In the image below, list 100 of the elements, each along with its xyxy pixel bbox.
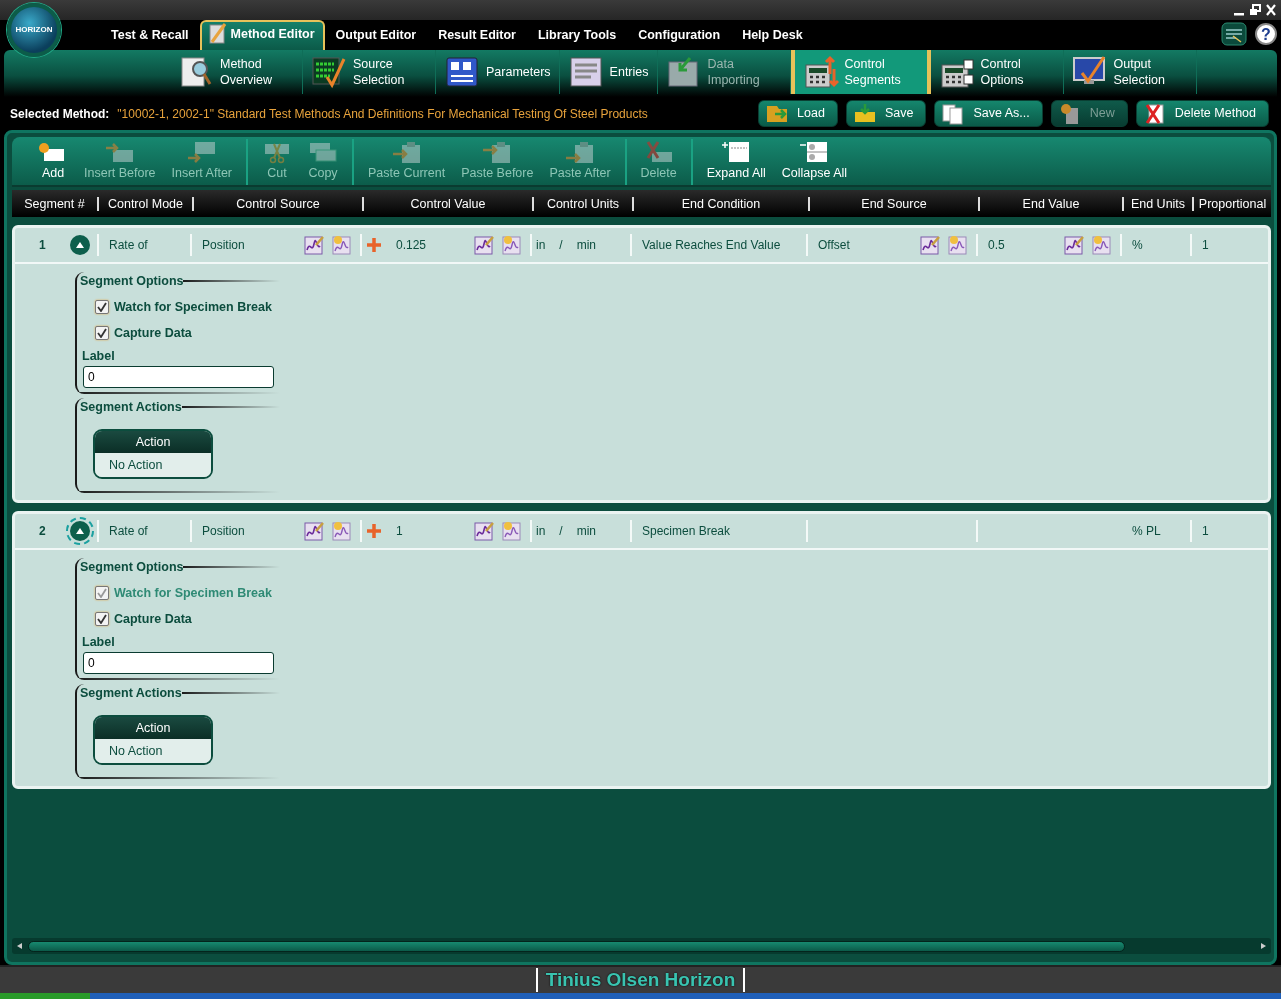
clipboard-icon xyxy=(565,140,595,165)
checkbox[interactable] xyxy=(95,300,109,315)
control-source: Position xyxy=(202,523,245,540)
collapse-arrow-icon xyxy=(74,241,85,249)
clipboard-icon xyxy=(391,140,422,165)
unit-text: min xyxy=(576,237,597,254)
main-tab[interactable]: Configuration xyxy=(627,20,732,50)
nav-tab[interactable]: Output Selection xyxy=(1063,50,1197,94)
checkbox[interactable] xyxy=(95,325,109,340)
end-value: 0.5 xyxy=(988,237,1005,254)
unit-text: min xyxy=(576,523,597,540)
formula-sun-icon[interactable] xyxy=(502,521,522,541)
method-button[interactable]: Delete Method xyxy=(1135,100,1269,127)
card-arrow-icon xyxy=(104,140,135,165)
formula-sun-icon[interactable] xyxy=(502,235,522,255)
table-header: Action xyxy=(95,716,211,739)
scroll-left-icon[interactable] xyxy=(16,942,24,950)
formula-pencil-icon[interactable] xyxy=(474,521,494,541)
nav-tab[interactable]: Parameters xyxy=(436,50,560,94)
logo-text: HORIZON xyxy=(15,24,53,36)
formula-pencil-icon[interactable] xyxy=(474,235,494,255)
pages-icon xyxy=(941,101,966,126)
toolbar-button[interactable]: Expand All xyxy=(698,140,774,185)
table-row[interactable]: No Action xyxy=(95,738,211,763)
formula-pencil-icon[interactable] xyxy=(920,235,940,255)
field-label: Label xyxy=(82,348,116,366)
nav-tab[interactable]: Method Overview xyxy=(170,50,303,94)
control-value: 1 xyxy=(396,523,403,540)
scroll-thumb[interactable] xyxy=(28,940,1125,952)
main-tab[interactable]: Test & Recall xyxy=(100,20,200,50)
restore-icon[interactable] xyxy=(1249,4,1261,16)
expand-button[interactable] xyxy=(69,521,90,541)
column-header: End Units xyxy=(1124,196,1194,211)
column-header: End Source xyxy=(810,196,980,211)
formula-sun-icon[interactable] xyxy=(332,521,352,541)
field-label: Label xyxy=(82,634,116,652)
column-header: Control Source xyxy=(194,196,364,211)
group-title: Segment Actions xyxy=(80,685,182,702)
pencil-ruler-icon xyxy=(207,22,228,44)
end-units: % xyxy=(1132,237,1143,254)
segment-number: 2 xyxy=(39,523,46,540)
formula-sun-icon[interactable] xyxy=(332,235,352,255)
nav-tab[interactable]: Control Segments xyxy=(790,50,931,94)
end-units: % PL xyxy=(1132,523,1161,540)
nav-tab[interactable]: Source Selection xyxy=(303,50,436,94)
column-header: Proportional xyxy=(1197,196,1268,211)
scroll-right-icon[interactable] xyxy=(1259,942,1267,950)
formula-pencil-icon[interactable] xyxy=(304,235,324,255)
method-name: "10002-1, 2002-1" Standard Test Methods And Definitions For Mechanical Testing Of Steel Products xyxy=(117,105,648,123)
method-button[interactable]: Save xyxy=(845,100,927,127)
card-arrow-icon xyxy=(186,140,217,165)
expand-list-icon xyxy=(721,140,752,165)
check-icon xyxy=(97,327,107,338)
close-icon[interactable] xyxy=(1265,4,1277,16)
unit-text: / xyxy=(559,523,563,540)
help-button[interactable]: ? xyxy=(1255,23,1277,45)
end-condition: Specimen Break xyxy=(642,523,731,540)
method-button[interactable]: Load xyxy=(758,100,838,127)
end-condition: Value Reaches End Value xyxy=(642,237,781,254)
check-icon xyxy=(97,302,107,313)
formula-pencil-icon[interactable] xyxy=(1064,235,1084,255)
main-tab[interactable]: Result Editor xyxy=(427,20,527,50)
checkbox-label: Watch for Specimen Break xyxy=(114,298,272,316)
unit-text: in xyxy=(536,237,546,254)
main-tab[interactable]: Library Tools xyxy=(526,20,628,50)
method-label: Selected Method: xyxy=(10,105,110,123)
check-icon xyxy=(97,588,107,599)
column-header: End Value xyxy=(980,196,1124,211)
main-tab[interactable]: Help Desk xyxy=(731,20,814,50)
table-row[interactable]: No Action xyxy=(95,452,211,477)
formula-sun-icon[interactable] xyxy=(948,235,968,255)
nav-tab[interactable]: Control Options xyxy=(930,50,1064,94)
nav-tab[interactable]: Entries xyxy=(559,50,658,94)
end-source: Offset xyxy=(818,237,850,254)
expand-button[interactable] xyxy=(69,235,90,255)
main-tab[interactable]: Method Editor xyxy=(199,20,325,50)
control-value: 0.125 xyxy=(396,237,427,254)
checklist-icon xyxy=(444,55,480,89)
toolbar-button[interactable]: Collapse All xyxy=(773,140,856,185)
calculator-icon xyxy=(802,55,839,89)
check-icon xyxy=(97,613,107,624)
checkbox-label: Capture Data xyxy=(114,324,192,342)
label-field[interactable]: 0 xyxy=(83,366,274,388)
checkbox-label: Capture Data xyxy=(114,610,192,628)
method-button[interactable]: Save As... xyxy=(934,100,1043,127)
label-field[interactable]: 0 xyxy=(83,652,274,674)
column-header: Segment # xyxy=(12,196,99,211)
formula-sun-icon[interactable] xyxy=(1092,235,1112,255)
unit-text: in xyxy=(536,523,546,540)
toolbar-button[interactable]: Add xyxy=(30,140,76,185)
group-title: Segment Options xyxy=(80,559,184,576)
formula-pencil-icon[interactable] xyxy=(304,521,324,541)
collapse-list-icon xyxy=(799,140,830,165)
main-tab[interactable]: Output Editor xyxy=(324,20,428,50)
horizontal-scrollbar[interactable] xyxy=(12,938,1271,954)
checkbox[interactable] xyxy=(95,611,109,626)
control-mode: Rate of xyxy=(109,237,148,254)
collapse-arrow-icon xyxy=(74,527,85,535)
panel-icon[interactable] xyxy=(1221,22,1247,46)
table-header: Action xyxy=(95,430,211,453)
